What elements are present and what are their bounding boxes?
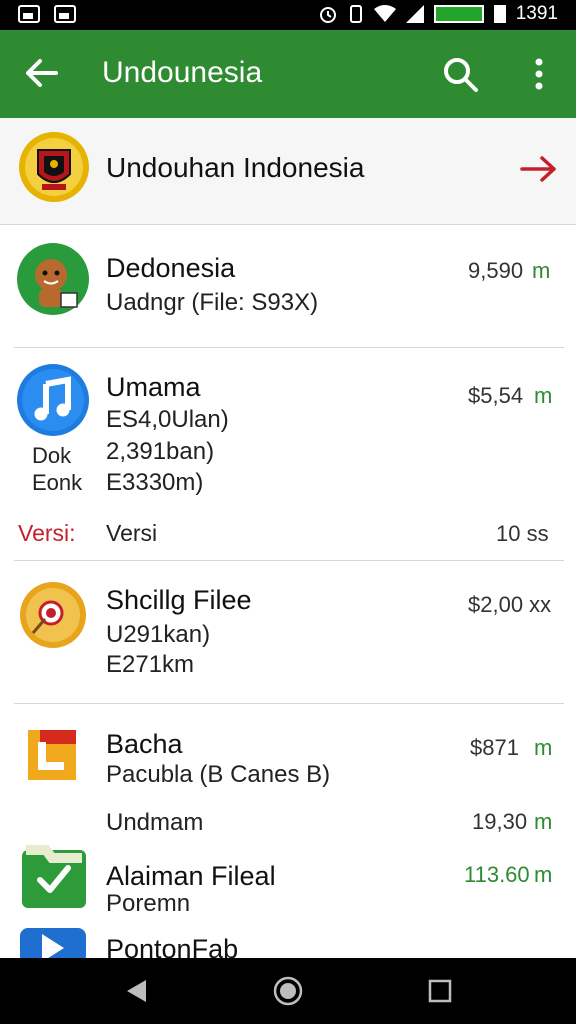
back-arrow-icon[interactable] [22,54,60,92]
photo-notification-icon [54,5,76,23]
item-price: 113.60 [464,862,530,887]
version-label-red: Versi: [18,520,76,546]
item-name: Umama [106,372,201,402]
item-detail: U291kan) [106,621,211,648]
app-bar: Undounesia [0,30,576,118]
header-title: Undouhan Indonesia [106,152,365,183]
app-title: Undounesia [102,56,263,89]
status-indicators: 1391 [318,3,558,25]
overflow-menu-icon[interactable] [524,54,554,94]
nav-recents-icon[interactable] [428,979,452,1003]
status-bar: 1391 [0,0,576,30]
music-note-icon [17,364,89,436]
price-unit: m [534,735,553,760]
item-name: Alaiman Fileal [106,861,276,891]
icon-caption: Eonk [32,470,83,495]
item-detail: E3330m) [106,469,204,496]
item-price: $5,54 [468,383,524,408]
search-icon[interactable] [440,54,480,94]
bacha-app-icon [28,730,76,780]
item-price: $871 [470,735,519,760]
item-name: Bacha [106,729,183,759]
arrow-right-icon[interactable] [520,154,558,184]
play-app-icon [20,928,86,958]
folder-check-icon [22,845,86,908]
item-detail: 2,391ban) [106,438,215,465]
vibrate-icon [349,5,362,23]
divider [14,347,564,348]
navigation-bar [0,958,576,1024]
signal-icon [405,5,424,23]
version-label: Versi [106,520,158,546]
nav-home-icon[interactable] [273,976,303,1006]
emblem-icon [19,132,89,202]
item-name: Shcillg Filee [106,585,252,615]
item-detail: E271km [106,651,195,678]
undmam-value: 19,30 [472,809,528,834]
status-notifications [18,5,76,23]
price-unit: m [534,862,553,887]
target-app-icon [20,582,86,648]
undmam-label: Undmam [106,809,204,836]
undmam-unit: m [534,809,553,834]
item-price: $2,00 xx [468,592,552,617]
battery-icon [433,5,484,23]
icon-caption: Dok [32,443,72,468]
alarm-icon [319,7,336,23]
item-detail: ES4,0Ulan) [106,406,229,433]
item-name: Dedonesia [106,253,236,283]
image-notification-icon [18,5,40,23]
gingerbread-app-icon [17,243,89,315]
item-name: PontonFab [106,934,239,958]
price-unit: m [532,258,551,283]
item-detail: Pacubla (B Canes B) [106,761,331,788]
version-value: 10 ss [496,521,549,546]
item-detail: Poremn [106,890,191,917]
divider [14,703,564,704]
divider [14,560,564,561]
nav-back-icon[interactable] [124,978,150,1004]
wifi-icon [373,5,396,22]
price-unit: m [534,383,553,408]
battery-level-icon [493,5,506,23]
item-price: 9,590 [468,258,524,283]
item-detail: Uadngr (File: S93X) [106,289,319,316]
status-time: 1391 [515,3,558,24]
